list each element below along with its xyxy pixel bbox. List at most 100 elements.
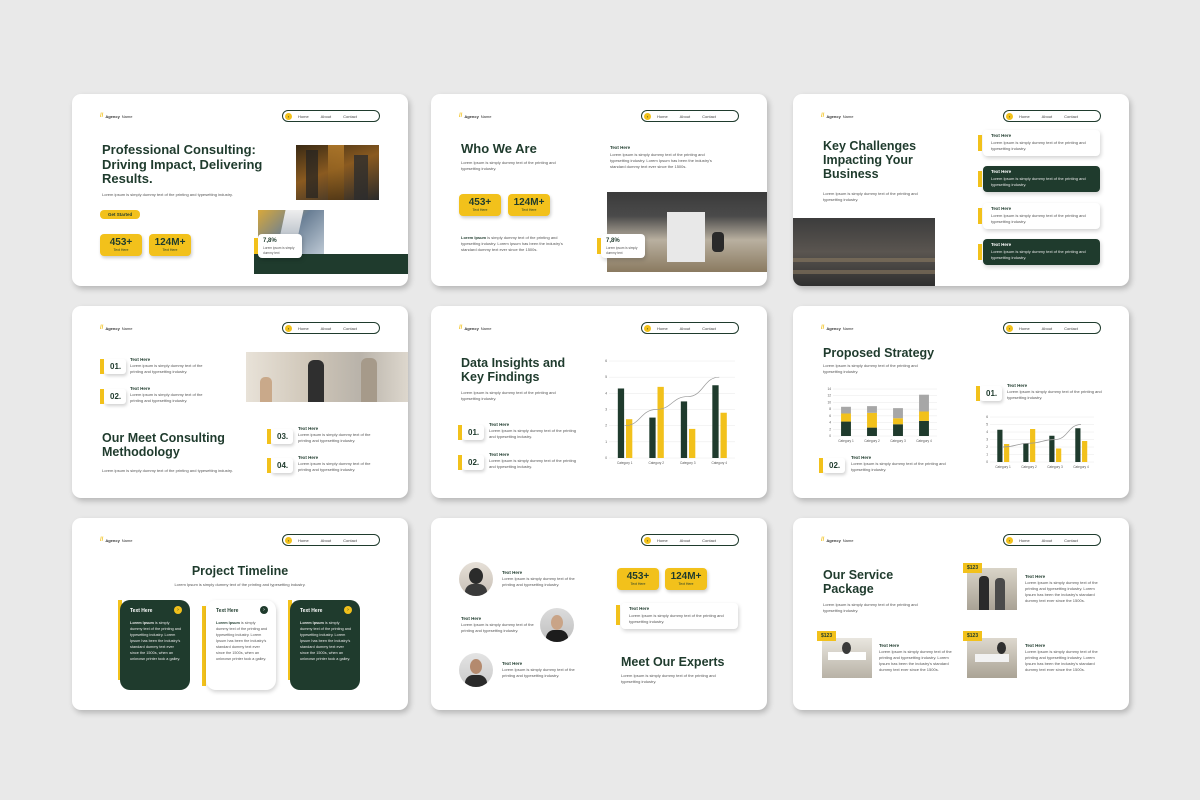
step-num-1: 01. xyxy=(976,386,1002,401)
arrow-icon: › xyxy=(174,606,182,614)
slide-project-timeline[interactable]: //Agency Name › Home About Contact Project T… xyxy=(72,518,408,710)
info-card: Text Here Lorem Ipsum is simply dummy te… xyxy=(616,603,738,629)
arrow-icon[interactable]: › xyxy=(1006,112,1013,120)
nav-bar[interactable]: › Home About Contact xyxy=(282,534,380,546)
trend-line xyxy=(1002,424,1082,448)
y-tick-label: 4 xyxy=(986,430,988,434)
nav-contact[interactable]: Contact xyxy=(1064,326,1078,331)
nav-contact[interactable]: Contact xyxy=(702,114,716,119)
arrow-icon[interactable]: › xyxy=(644,536,651,544)
nav-home[interactable]: Home xyxy=(1019,326,1030,331)
x-tick-label: Category 4 xyxy=(916,439,932,443)
logo-icon: // xyxy=(100,325,104,331)
arrow-icon[interactable]: › xyxy=(285,324,292,332)
bar xyxy=(617,388,625,458)
stacked-bar-segment xyxy=(841,421,851,436)
logo-icon: // xyxy=(100,537,104,543)
nav-about[interactable]: About xyxy=(680,114,690,119)
step-num-2: 02. xyxy=(819,458,845,473)
trend-line xyxy=(624,376,720,427)
expert-avatar-3 xyxy=(459,653,493,687)
nav-contact[interactable]: Contact xyxy=(702,538,716,543)
y-tick-label: 3 xyxy=(986,438,988,442)
slide-title: Our Service Package xyxy=(823,568,894,596)
slide-professional-consulting[interactable]: //Agency Name › Home About Contact Professio… xyxy=(72,94,408,286)
slide-data-insights[interactable]: //Agency Name › Home About Contact Data Insi… xyxy=(431,306,767,498)
x-tick-label: Category 4 xyxy=(711,461,727,465)
arrow-icon[interactable]: › xyxy=(1006,324,1013,332)
slide-methodology[interactable]: //Agency Name › Home About Contact 01. Text … xyxy=(72,306,408,498)
arrow-icon[interactable]: › xyxy=(285,112,292,120)
bottom-text: Lorem Ipsum is simply dummy text of the … xyxy=(461,235,563,252)
stacked-bar-segment xyxy=(867,412,877,428)
nav-about[interactable]: About xyxy=(680,538,690,543)
nav-about[interactable]: About xyxy=(680,326,690,331)
nav-home[interactable]: Home xyxy=(657,114,668,119)
nav-bar[interactable]: › Home About Contact xyxy=(282,322,380,334)
nav-home[interactable]: Home xyxy=(1019,538,1030,543)
nav-bar[interactable]: › Home About Contact xyxy=(282,110,380,122)
logo-icon: // xyxy=(821,325,825,331)
nav-home[interactable]: Home xyxy=(1019,114,1030,119)
brand-logo: //Agency Name xyxy=(821,113,854,119)
nav-about[interactable]: About xyxy=(321,538,331,543)
nav-bar[interactable]: › Home About Contact xyxy=(641,534,739,546)
y-tick-label: 8 xyxy=(829,407,831,411)
challenge-card-1: Text Here Lorem Ipsum is simply dummy te… xyxy=(978,130,1100,156)
nav-home[interactable]: Home xyxy=(298,114,309,119)
nav-contact[interactable]: Contact xyxy=(343,326,357,331)
get-started-button[interactable]: Get Started xyxy=(100,210,141,219)
nav-contact[interactable]: Contact xyxy=(343,538,357,543)
package-photo-2 xyxy=(822,638,872,678)
price-badge-2: $123 xyxy=(817,631,837,641)
challenge-card-3: Text Here Lorem Ipsum is simply dummy te… xyxy=(978,203,1100,229)
slide-meet-experts[interactable]: › Home About Contact Text Here Lorem Ipsum … xyxy=(431,518,767,710)
slide-proposed-strategy[interactable]: //Agency Name › Home About Contact Proposed … xyxy=(793,306,1129,498)
nav-contact[interactable]: Contact xyxy=(702,326,716,331)
city-photo xyxy=(296,145,379,200)
stat-card-1: 453+ Text Here xyxy=(100,234,142,256)
nav-about[interactable]: About xyxy=(321,114,331,119)
slide-service-package[interactable]: //Agency Name › Home About Contact Our Servi… xyxy=(793,518,1129,710)
nav-home[interactable]: Home xyxy=(298,326,309,331)
nav-bar[interactable]: › Home About Contact xyxy=(1003,322,1101,334)
arrow-icon[interactable]: › xyxy=(1006,536,1013,544)
bar xyxy=(712,385,719,458)
nav-contact[interactable]: Contact xyxy=(343,114,357,119)
slide-subtitle: Lorem ipsum is simply dummy text of the … xyxy=(102,468,233,473)
bar xyxy=(997,429,1003,462)
nav-contact[interactable]: Contact xyxy=(1064,114,1078,119)
nav-about[interactable]: About xyxy=(1042,114,1052,119)
timeline-card-3: Text Here › Lorem Ipsum is simply dummy … xyxy=(290,600,360,690)
bar xyxy=(1075,428,1081,462)
arrow-icon[interactable]: › xyxy=(285,536,292,544)
team-photo xyxy=(246,352,408,402)
slide-who-we-are[interactable]: //Agency Name › Home About Contact Who We Ar… xyxy=(431,94,767,286)
step-num-2: 02. xyxy=(100,389,126,404)
y-tick-label: 5 xyxy=(986,423,988,427)
nav-bar[interactable]: › Home About Contact xyxy=(1003,110,1101,122)
nav-about[interactable]: About xyxy=(1042,326,1052,331)
nav-home[interactable]: Home xyxy=(298,538,309,543)
stat-card-1: 453+ Text Here xyxy=(617,568,659,590)
slide-key-challenges[interactable]: //Agency Name › Home About Contact Key Chall… xyxy=(793,94,1129,286)
nav-contact[interactable]: Contact xyxy=(1064,538,1078,543)
nav-home[interactable]: Home xyxy=(657,538,668,543)
nav-bar[interactable]: › Home About Contact xyxy=(1003,534,1101,546)
arrow-icon[interactable]: › xyxy=(644,324,651,332)
challenge-card-4: Text Here Lorem Ipsum is simply dummy te… xyxy=(978,239,1100,265)
price-badge-3: $123 xyxy=(963,631,983,641)
y-tick-label: 1 xyxy=(986,453,988,457)
nav-about[interactable]: About xyxy=(321,326,331,331)
nav-bar[interactable]: › Home About Contact xyxy=(641,110,739,122)
arrow-icon[interactable]: › xyxy=(644,112,651,120)
nav-about[interactable]: About xyxy=(1042,538,1052,543)
nav-home[interactable]: Home xyxy=(657,326,668,331)
bar xyxy=(1082,441,1088,462)
brand-logo: //Agency Name xyxy=(459,113,492,119)
bar xyxy=(689,428,696,458)
stat-card-2: 124M+ Text Here xyxy=(508,194,550,216)
package-photo-1 xyxy=(967,568,1017,610)
nav-bar[interactable]: › Home About Contact xyxy=(641,322,739,334)
bar xyxy=(720,412,727,458)
